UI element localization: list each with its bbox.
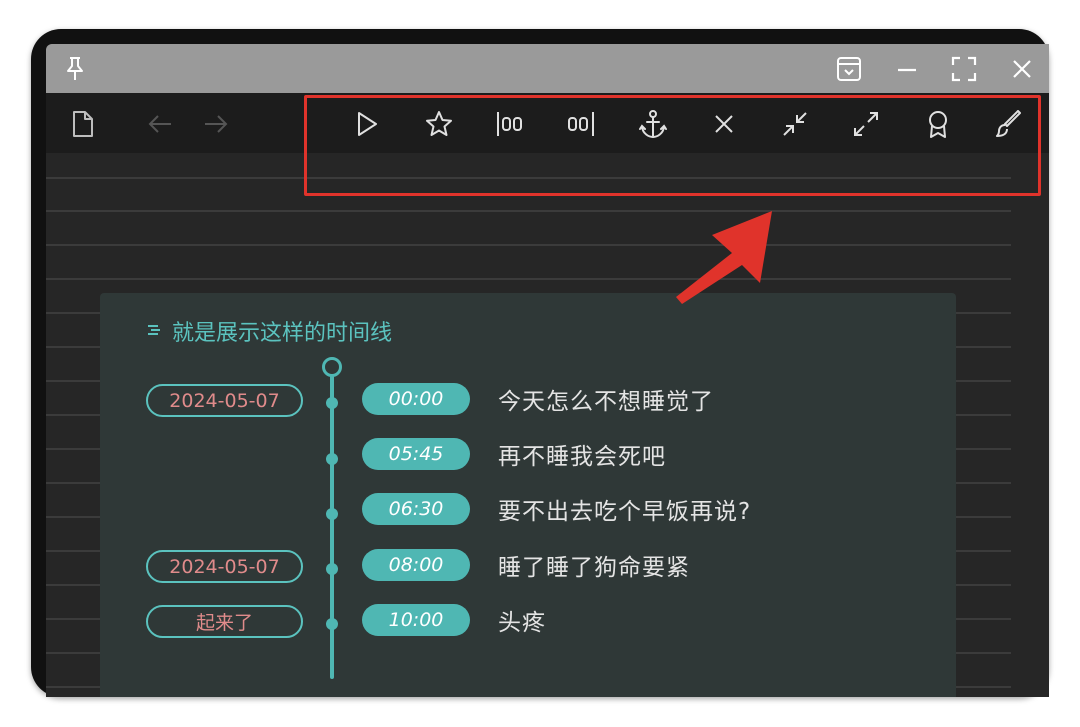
ruled-line xyxy=(46,177,1011,179)
ruled-line xyxy=(46,244,1011,246)
time-pill: 08:00 xyxy=(362,549,470,581)
collapse-icon[interactable] xyxy=(779,108,811,140)
event-text: 今天怎么不想睡觉了 xyxy=(498,389,714,415)
timeline-line xyxy=(330,373,334,679)
pin-icon[interactable] xyxy=(62,56,88,82)
align-left-icon[interactable] xyxy=(494,108,526,140)
time-pill: 10:00 xyxy=(362,604,470,636)
ruled-line xyxy=(46,210,1011,212)
card-title: 就是展示这样的时间线 xyxy=(146,315,392,347)
minimize-icon[interactable] xyxy=(894,56,920,82)
dropdown-box-icon[interactable] xyxy=(836,56,862,82)
event-text: 再不睡我会死吧 xyxy=(498,444,666,470)
expand-icon[interactable] xyxy=(850,108,882,140)
align-right-icon[interactable] xyxy=(565,108,597,140)
timeline-start-node xyxy=(322,357,342,377)
timeline-dot xyxy=(326,397,338,409)
badge-icon[interactable] xyxy=(922,108,954,140)
time-pill: 06:30 xyxy=(362,493,470,525)
event-text: 要不出去吃个早饭再说? xyxy=(498,499,752,525)
timeline-dot xyxy=(326,563,338,575)
date-pill: 2024-05-07 xyxy=(146,384,303,417)
title-bar xyxy=(46,44,1049,93)
brush-icon[interactable] xyxy=(993,108,1025,140)
date-pill: 起来了 xyxy=(146,605,303,638)
ruled-line xyxy=(46,278,1011,280)
timeline-dot xyxy=(326,618,338,630)
date-pill: 2024-05-07 xyxy=(146,550,303,583)
timeline-card: 就是展示这样的时间线 2024-05-07 00:00 今天怎么不想睡觉了 05… xyxy=(100,293,956,697)
x-icon[interactable] xyxy=(708,108,740,140)
card-title-text: 就是展示这样的时间线 xyxy=(172,321,393,346)
fullscreen-icon[interactable] xyxy=(951,56,977,82)
annotation-arrow-icon xyxy=(676,211,772,304)
close-icon[interactable] xyxy=(1009,56,1035,82)
list-icon xyxy=(146,319,162,344)
timeline-dot xyxy=(326,508,338,520)
toolbar xyxy=(46,93,1049,153)
event-text: 睡了睡了狗命要紧 xyxy=(498,555,690,581)
time-pill: 00:00 xyxy=(362,383,470,415)
timeline-dot xyxy=(326,453,338,465)
time-pill: 05:45 xyxy=(362,438,470,470)
file-icon[interactable] xyxy=(67,108,99,140)
back-arrow-icon[interactable] xyxy=(144,108,176,140)
editor-content[interactable]: 就是展示这样的时间线 2024-05-07 00:00 今天怎么不想睡觉了 05… xyxy=(46,153,1049,697)
app-window: 就是展示这样的时间线 2024-05-07 00:00 今天怎么不想睡觉了 05… xyxy=(46,44,1049,697)
anchor-icon[interactable] xyxy=(637,108,669,140)
star-icon[interactable] xyxy=(423,108,455,140)
event-text: 头疼 xyxy=(498,610,546,636)
play-icon[interactable] xyxy=(351,108,383,140)
forward-arrow-icon[interactable] xyxy=(200,108,232,140)
